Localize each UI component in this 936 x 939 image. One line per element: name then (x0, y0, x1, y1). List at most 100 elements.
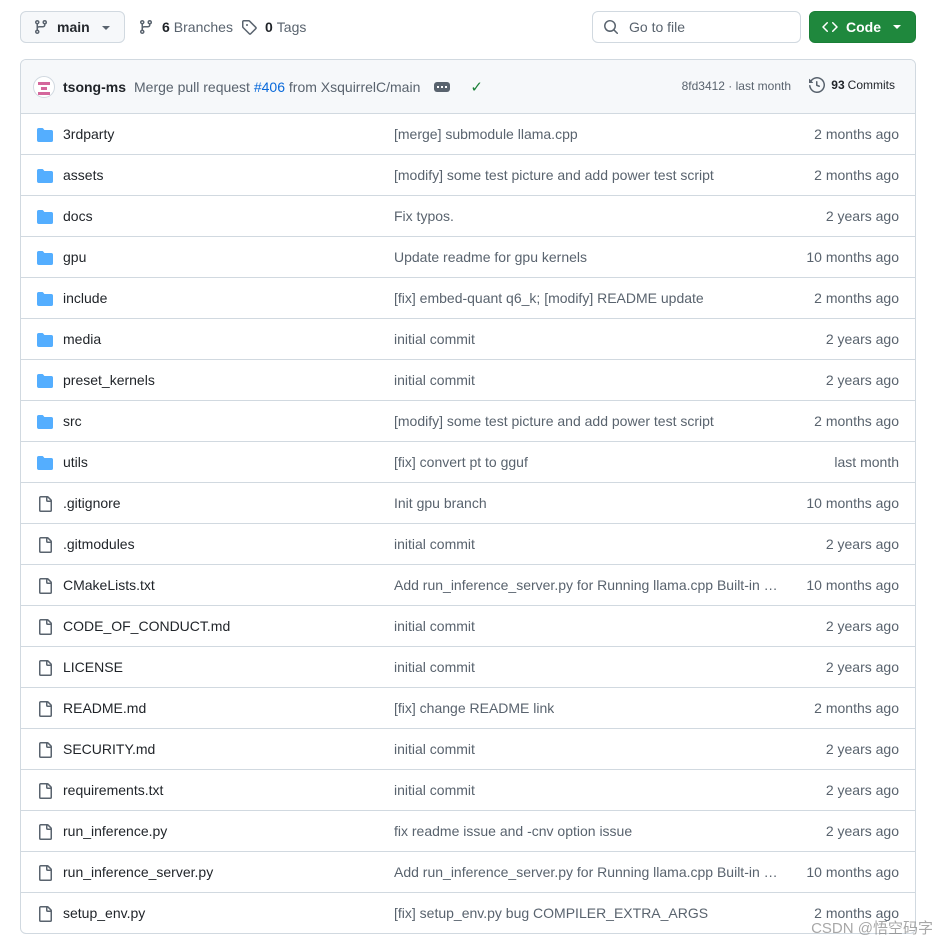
pull-request-link[interactable]: #406 (254, 79, 285, 95)
file-commit-age: 2 years ago (825, 659, 899, 675)
file-commit-message[interactable]: [merge] submodule llama.cpp (394, 126, 578, 142)
file-commit-message[interactable]: fix readme issue and -cnv option issue (394, 823, 632, 839)
file-row[interactable]: README.md [fix] change README link 2 month… (21, 688, 915, 729)
file-name[interactable]: setup_env.py (63, 905, 145, 921)
file-commit-age: 2 months ago (814, 290, 899, 306)
file-name[interactable]: SECURITY.md (63, 741, 155, 757)
folder-icon (37, 291, 53, 307)
file-commit-message[interactable]: Fix typos. (394, 208, 454, 224)
file-commit-age: 2 years ago (825, 208, 899, 224)
file-commit-age: 2 years ago (825, 782, 899, 798)
avatar[interactable] (33, 75, 55, 98)
file-name[interactable]: preset_kernels (63, 372, 155, 388)
file-icon (37, 742, 53, 758)
folder-icon (37, 332, 53, 348)
file-commit-message[interactable]: [fix] convert pt to gguf (394, 454, 528, 470)
file-row[interactable]: assets [modify] some test picture and add… (21, 155, 915, 196)
file-commit-age: 2 months ago (814, 413, 899, 429)
commit-author[interactable]: tsong-ms (63, 79, 126, 95)
file-commit-message[interactable]: Update readme for gpu kernels (394, 249, 587, 265)
tags-link[interactable]: 0 Tags (241, 11, 306, 43)
file-row[interactable]: .gitmodules initial commit 2 years ago (21, 524, 915, 565)
file-name[interactable]: requirements.txt (63, 782, 163, 798)
ellipsis-icon[interactable] (434, 81, 451, 92)
file-row[interactable]: LICENSE initial commit 2 years ago (21, 647, 915, 688)
file-commit-age: 2 years ago (825, 372, 899, 388)
file-commit-message[interactable]: initial commit (394, 331, 475, 347)
file-commit-message[interactable]: Add run_inference_server.py for Running … (394, 577, 780, 593)
commits-link[interactable]: 93 Commits (809, 77, 895, 93)
file-row[interactable]: 3rdparty [merge] submodule llama.cpp 2 mon… (21, 114, 915, 155)
check-icon[interactable]: ✓ (470, 78, 483, 96)
file-commit-age: 2 months ago (814, 700, 899, 716)
file-commit-message[interactable]: initial commit (394, 741, 475, 757)
file-name[interactable]: CODE_OF_CONDUCT.md (63, 618, 230, 634)
file-name[interactable]: docs (63, 208, 93, 224)
file-row[interactable]: requirements.txt initial commit 2 years ag… (21, 770, 915, 811)
file-name[interactable]: run_inference_server.py (63, 864, 213, 880)
file-name[interactable]: 3rdparty (63, 126, 114, 142)
file-commit-message[interactable]: [fix] change README link (394, 700, 554, 716)
file-row[interactable]: utils [fix] convert pt to gguf last month (21, 442, 915, 483)
file-row[interactable]: setup_env.py [fix] setup_env.py bug COMPI… (21, 893, 915, 933)
file-commit-message[interactable]: initial commit (394, 372, 475, 388)
file-name[interactable]: run_inference.py (63, 823, 167, 839)
file-name[interactable]: gpu (63, 249, 86, 265)
file-commit-message[interactable]: [modify] some test picture and add power… (394, 413, 714, 429)
file-row[interactable]: media initial commit 2 years ago (21, 319, 915, 360)
file-name[interactable]: .gitmodules (63, 536, 135, 552)
file-row[interactable]: CMakeLists.txt Add run_inference_server.p… (21, 565, 915, 606)
file-row[interactable]: run_inference_server.py Add run_inference… (21, 852, 915, 893)
file-row[interactable]: gpu Update readme for gpu kernels 10 month… (21, 237, 915, 278)
file-name[interactable]: media (63, 331, 101, 347)
file-row[interactable]: docs Fix typos. 2 years ago (21, 196, 915, 237)
go-to-file-input[interactable]: Go to file (592, 11, 801, 43)
branches-label: Branches (173, 19, 233, 35)
file-name[interactable]: LICENSE (63, 659, 123, 675)
file-commit-message[interactable]: Add run_inference_server.py for Running … (394, 864, 780, 880)
commit-message-prefix: Merge pull request (134, 78, 250, 95)
file-name[interactable]: utils (63, 454, 88, 470)
file-commit-message[interactable]: [fix] embed-quant q6_k; [modify] README … (394, 290, 704, 306)
file-name[interactable]: .gitignore (63, 495, 121, 511)
file-icon (37, 537, 53, 553)
commit-message-suffix: from XsquirrelC/main (288, 78, 421, 95)
file-name[interactable]: assets (63, 167, 103, 183)
file-commit-age: 2 years ago (825, 823, 899, 839)
file-icon (37, 783, 53, 799)
commits-count: 93 (831, 78, 845, 92)
branch-selector-button[interactable]: main (20, 11, 125, 43)
file-row[interactable]: include [fix] embed-quant q6_k; [modify] … (21, 278, 915, 319)
chevron-down-icon (893, 25, 901, 29)
file-name[interactable]: README.md (63, 700, 146, 716)
file-commit-message[interactable]: Init gpu branch (394, 495, 487, 511)
file-row[interactable]: run_inference.py fix readme issue and -cn… (21, 811, 915, 852)
file-name[interactable]: CMakeLists.txt (63, 577, 155, 593)
file-name[interactable]: include (63, 290, 107, 306)
code-button[interactable]: Code (809, 11, 916, 43)
commit-sha-info[interactable]: 8fd3412 · last month (682, 79, 791, 93)
file-name[interactable]: src (63, 413, 82, 429)
folder-icon (37, 250, 53, 266)
chevron-down-icon (102, 26, 110, 30)
file-commit-message[interactable]: initial commit (394, 536, 475, 552)
file-row[interactable]: CODE_OF_CONDUCT.md initial commit 2 years … (21, 606, 915, 647)
branches-link[interactable]: 6 Branches (138, 11, 233, 43)
file-row[interactable]: .gitignore Init gpu branch 10 months ago (21, 483, 915, 524)
file-commit-message[interactable]: initial commit (394, 782, 475, 798)
commit-message[interactable]: Merge pull request #406 from XsquirrelC/… (134, 79, 420, 95)
file-commit-message[interactable]: initial commit (394, 659, 475, 675)
branch-name: main (57, 19, 90, 35)
folder-icon (37, 209, 53, 225)
file-icon (37, 824, 53, 840)
file-icon (37, 660, 53, 676)
repo-toolbar: main 6 Branches 0 Tags Go to file Code (20, 11, 916, 43)
file-commit-message[interactable]: initial commit (394, 618, 475, 634)
file-commit-age: 2 years ago (825, 536, 899, 552)
file-row[interactable]: SECURITY.md initial commit 2 years ago (21, 729, 915, 770)
file-commit-message[interactable]: [modify] some test picture and add power… (394, 167, 714, 183)
file-rows: 3rdparty [merge] submodule llama.cpp 2 mon… (21, 114, 915, 933)
file-row[interactable]: preset_kernels initial commit 2 years ago (21, 360, 915, 401)
file-commit-message[interactable]: [fix] setup_env.py bug COMPILER_EXTRA_AR… (394, 905, 708, 921)
file-row[interactable]: src [modify] some test picture and add po… (21, 401, 915, 442)
